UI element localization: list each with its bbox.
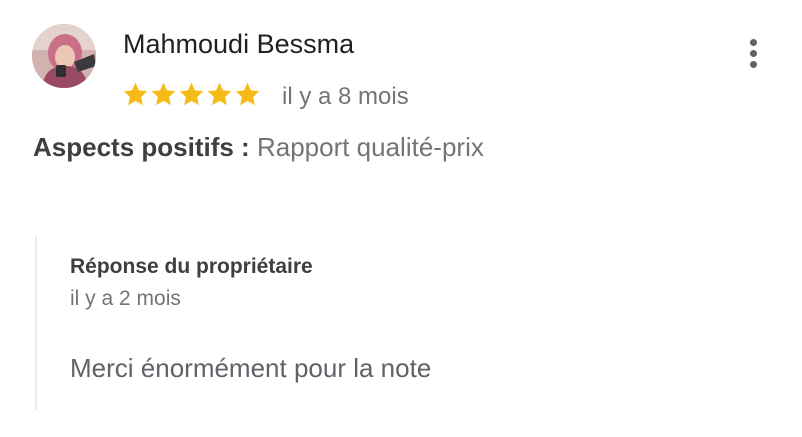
more-vertical-icon	[750, 39, 757, 46]
owner-reply: Réponse du propriétaire il y a 2 mois Me…	[35, 236, 737, 410]
avatar[interactable]	[32, 24, 96, 88]
star-icon	[179, 82, 204, 106]
review-time: il y a 8 mois	[282, 83, 409, 110]
owner-reply-title: Réponse du propriétaire	[70, 255, 313, 278]
star-icon	[123, 82, 148, 106]
aspects-row: Aspects positifs : Rapport qualité-prix	[33, 130, 484, 164]
star-icon	[207, 82, 232, 106]
aspects-value: Rapport qualité-prix	[256, 132, 484, 162]
star-icon	[151, 82, 176, 106]
owner-reply-time: il y a 2 mois	[70, 287, 181, 310]
star-rating	[122, 80, 261, 110]
aspects-label: Aspects positifs :	[33, 132, 250, 162]
star-icon	[235, 82, 260, 106]
review-card: Mahmoudi Bessma il y a 8 mois Aspects po…	[0, 0, 802, 437]
profile-photo	[32, 24, 96, 88]
more-vertical-icon-dot	[750, 50, 757, 57]
more-options-button[interactable]	[740, 36, 766, 72]
owner-reply-text: Merci énormément pour la note	[70, 353, 432, 383]
author-name[interactable]: Mahmoudi Bessma	[123, 28, 354, 60]
more-vertical-icon-dot	[750, 61, 757, 68]
